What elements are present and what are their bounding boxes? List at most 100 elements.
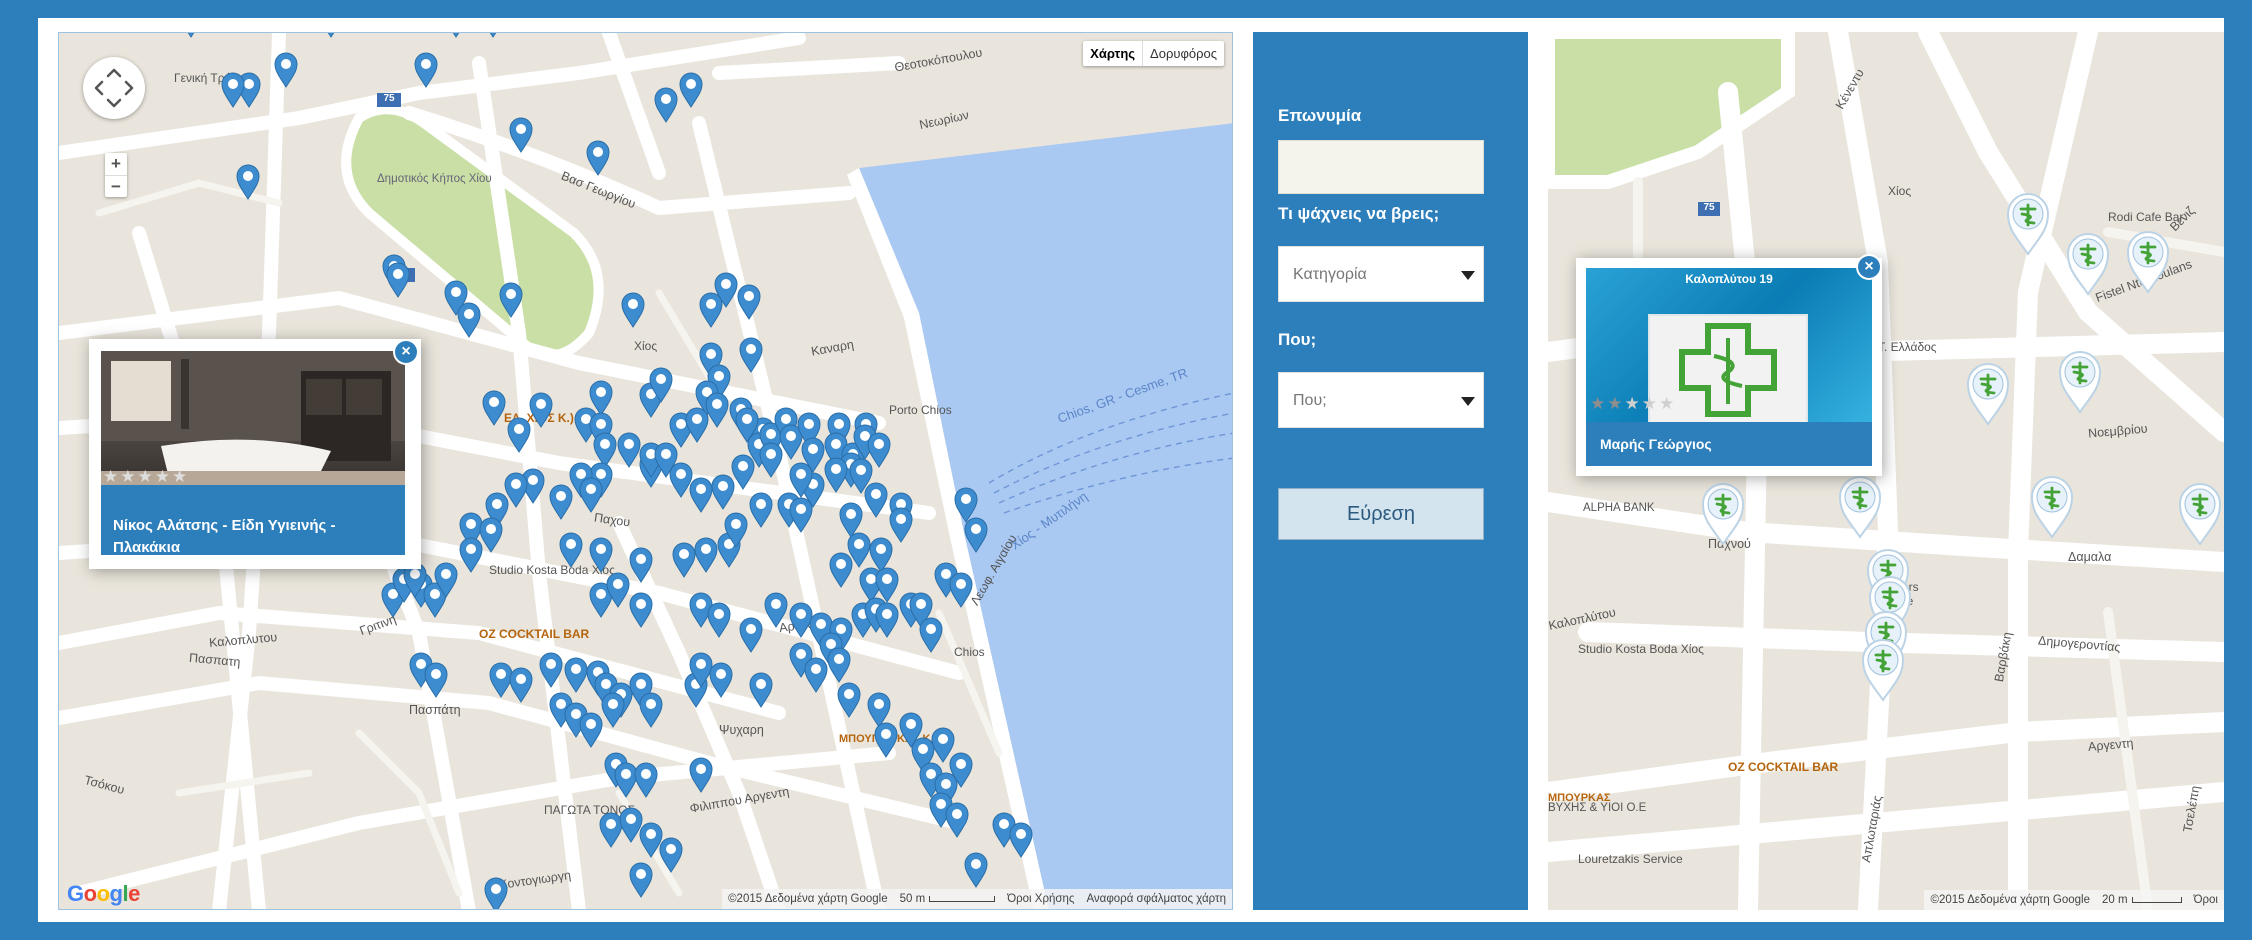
map-marker-icon[interactable]	[836, 682, 862, 718]
map-marker-icon[interactable]	[873, 722, 899, 758]
map-marker-icon[interactable]	[443, 33, 469, 38]
map-marker-icon[interactable]	[578, 712, 604, 748]
map-marker-icon[interactable]	[723, 512, 749, 548]
map-marker-icon[interactable]	[678, 72, 704, 108]
map-marker-icon[interactable]	[498, 282, 524, 318]
map-marker-icon[interactable]	[413, 52, 439, 88]
listing-title[interactable]: Νίκος Αλάτσης - Είδη Υγιεινής - Πλακάκια	[101, 485, 405, 556]
pharmacy-marker-icon[interactable]	[2029, 475, 2075, 539]
map-marker-icon[interactable]	[918, 617, 944, 653]
map-marker-icon[interactable]	[273, 52, 299, 88]
pan-control[interactable]	[83, 57, 145, 119]
label-chios: Χίος	[1888, 184, 1912, 198]
map-marker-icon[interactable]	[220, 72, 246, 108]
label-cocktail: OZ COCKTAIL BAR	[1728, 760, 1839, 774]
map-marker-icon[interactable]	[948, 752, 974, 788]
map-marker-icon[interactable]	[456, 302, 482, 338]
close-popup-button[interactable]: ×	[395, 341, 417, 363]
pharmacy-marker-icon[interactable]	[1860, 638, 1906, 702]
find-button[interactable]: Εύρεση	[1278, 488, 1484, 540]
map-marker-icon[interactable]	[758, 442, 784, 478]
map-marker-icon[interactable]	[1008, 822, 1034, 858]
map-marker-icon[interactable]	[684, 407, 710, 443]
map-marker-icon[interactable]	[736, 284, 762, 320]
pharmacy-marker-icon[interactable]	[1837, 475, 1883, 539]
pharmacy-marker-icon[interactable]	[2005, 192, 2051, 256]
map-marker-icon[interactable]	[548, 484, 574, 520]
map-marker-icon[interactable]	[828, 552, 854, 588]
map-marker-icon[interactable]	[508, 667, 534, 703]
left-map[interactable]: Γενική Τράπεζα 75 75 Δημοτικός Κήπος Χίο…	[58, 32, 1233, 910]
category-select[interactable]: Κατηγορία	[1278, 246, 1484, 302]
map-marker-icon[interactable]	[706, 602, 732, 638]
map-marker-icon[interactable]	[578, 477, 604, 513]
map-marker-icon[interactable]	[874, 602, 900, 638]
pharmacy-marker-icon[interactable]	[2177, 482, 2223, 546]
map-marker-icon[interactable]	[585, 140, 611, 176]
close-popup-button[interactable]: ×	[1858, 256, 1880, 278]
map-marker-icon[interactable]	[738, 337, 764, 373]
map-marker-icon[interactable]	[385, 262, 411, 298]
map-marker-icon[interactable]	[508, 117, 534, 153]
listing-popup[interactable]: ★ ★ ★ ★ ★ Νίκος Αλάτσης - Είδη Υγιεινής - Πλ…	[89, 339, 421, 569]
pharmacy-marker-icon[interactable]	[2057, 350, 2103, 414]
map-marker-icon[interactable]	[588, 537, 614, 573]
map-marker-icon[interactable]	[648, 367, 674, 403]
right-map[interactable]: 75 Χίος Rodi Cafe Bar Fistel Nte Koulans…	[1548, 32, 2224, 910]
map-marker-icon[interactable]	[688, 477, 714, 513]
pharmacy-marker-icon[interactable]	[1965, 362, 2011, 426]
map-marker-icon[interactable]	[763, 592, 789, 628]
pharmacy-popup[interactable]: Καλοπλύτου 19 ★ ★ ★ ★ ★ Μαρής Γεώργιος ×	[1576, 256, 1882, 476]
map-marker-icon[interactable]	[178, 33, 204, 38]
map-marker-icon[interactable]	[558, 532, 584, 568]
map-marker-icon[interactable]	[953, 487, 979, 523]
pharmacy-marker-icon[interactable]	[2065, 232, 2111, 296]
map-marker-icon[interactable]	[948, 572, 974, 608]
map-type-map-button[interactable]: Χάρτης	[1083, 41, 1144, 66]
map-marker-icon[interactable]	[458, 537, 484, 573]
map-marker-icon[interactable]	[658, 837, 684, 873]
map-marker-icon[interactable]	[538, 652, 564, 688]
map-marker-icon[interactable]	[826, 647, 852, 683]
map-marker-icon[interactable]	[823, 457, 849, 493]
map-marker-icon[interactable]	[528, 392, 554, 428]
surname-input[interactable]	[1278, 140, 1484, 194]
terms-link[interactable]: Όροι	[2194, 894, 2218, 906]
map-marker-icon[interactable]	[235, 164, 261, 200]
map-marker-icon[interactable]	[738, 617, 764, 653]
pharmacy-marker-icon[interactable]	[1700, 482, 1746, 546]
map-marker-icon[interactable]	[481, 390, 507, 426]
terms-link[interactable]: Όροι Χρήσης	[1007, 893, 1074, 905]
map-marker-icon[interactable]	[620, 292, 646, 328]
map-marker-icon[interactable]	[638, 692, 664, 728]
star-empty-icon: ★	[1659, 394, 1675, 413]
map-marker-icon[interactable]	[423, 662, 449, 698]
map-marker-icon[interactable]	[433, 562, 459, 598]
map-marker-icon[interactable]	[863, 482, 889, 518]
map-marker-icon[interactable]	[628, 547, 654, 583]
map-marker-icon[interactable]	[734, 407, 760, 443]
map-marker-icon[interactable]	[480, 33, 506, 38]
map-marker-icon[interactable]	[963, 852, 989, 888]
map-marker-icon[interactable]	[633, 762, 659, 798]
map-type-satellite-button[interactable]: Δορυφόρος	[1143, 41, 1224, 66]
report-error-link[interactable]: Αναφορά σφάλματος χάρτη	[1086, 893, 1226, 905]
pharmacy-marker-icon[interactable]	[2125, 230, 2171, 294]
pharmacy-title[interactable]: Μαρής Γεώργιος	[1586, 422, 1872, 466]
map-marker-icon[interactable]	[944, 802, 970, 838]
map-marker-icon[interactable]	[653, 87, 679, 123]
map-marker-icon[interactable]	[748, 672, 774, 708]
map-marker-icon[interactable]	[483, 877, 509, 909]
map-marker-icon[interactable]	[688, 757, 714, 793]
where-select[interactable]: Που;	[1278, 372, 1484, 428]
zoom-in-button[interactable]: +	[105, 153, 127, 175]
map-marker-icon[interactable]	[628, 862, 654, 898]
map-marker-icon[interactable]	[788, 497, 814, 533]
zoom-out-button[interactable]: −	[105, 175, 127, 197]
map-marker-icon[interactable]	[748, 492, 774, 528]
label-park: Δημοτικός Κήπος Χίου	[377, 173, 492, 185]
map-marker-icon[interactable]	[708, 662, 734, 698]
map-marker-icon[interactable]	[888, 507, 914, 543]
map-marker-icon[interactable]	[628, 592, 654, 628]
map-marker-icon[interactable]	[318, 33, 344, 38]
